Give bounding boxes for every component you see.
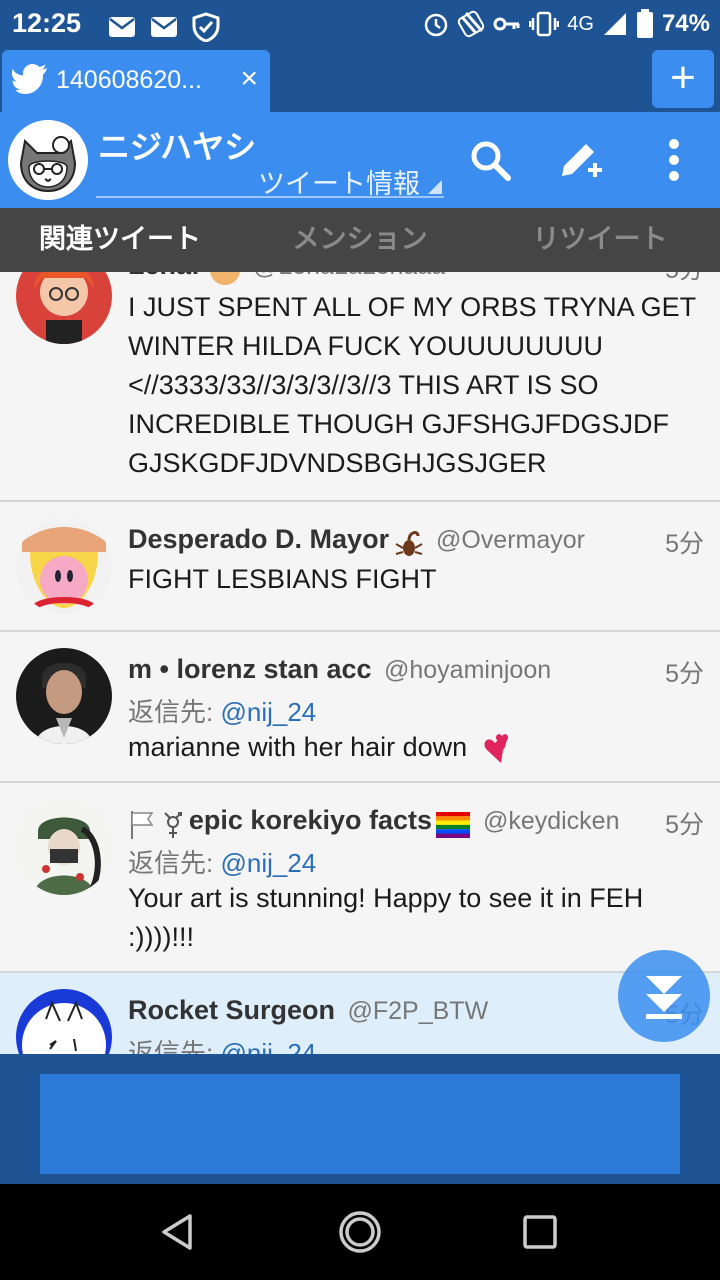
tweet-author-name[interactable]: epic korekiyo facts (189, 805, 432, 835)
add-tab-button[interactable]: + (652, 50, 714, 108)
rainbow-flag-emoji-icon (436, 811, 471, 838)
reply-label: 返信先: (128, 848, 214, 878)
tweet-text: FIGHT LESBIANS FIGHT (128, 564, 437, 594)
tweet-item[interactable]: Lena! @LenaLaLenaaa 5分 I JUST SPENT ALL … (0, 272, 720, 502)
tab-retweets[interactable]: リツイート (480, 208, 720, 272)
reply-to-link[interactable]: @nij_24 (220, 1038, 316, 1054)
compose-tweet-icon[interactable] (556, 136, 604, 184)
tweet-item[interactable]: epic korekiyo facts @keydicken 5分 返信先: @… (0, 783, 720, 973)
tweet-text: Your art is stunning! Happy to see it in… (128, 883, 644, 952)
two-hearts-emoji-icon (484, 733, 508, 763)
avatar[interactable] (16, 648, 112, 744)
reply-indicator: 返信先: @nij_24 (128, 843, 316, 880)
search-icon[interactable] (466, 136, 514, 184)
reply-label: 返信先: (128, 697, 214, 727)
tweet-time: 5分 (665, 272, 704, 286)
sub-tabs: 関連ツイート メンション リツイート (0, 208, 720, 272)
tweet-time: 5分 (665, 660, 704, 688)
mail-icon (151, 17, 177, 37)
battery-level: 74% (661, 10, 710, 37)
tweet-author-handle[interactable]: @keydicken (483, 807, 620, 835)
nfc-icon (458, 10, 485, 38)
alarm-icon (425, 13, 448, 37)
user-avatar-icon (16, 518, 112, 614)
avatar[interactable] (16, 799, 112, 895)
tweet-author-handle[interactable]: @LenaLaLenaaa (253, 272, 445, 280)
tweet-item[interactable]: Desperado D. Mayor @Overmayor 5分 FIGHT L… (0, 502, 720, 632)
reply-indicator: 返信先: @nij_24 (128, 692, 316, 729)
tweet-author-handle[interactable]: @hoyaminjoon (384, 656, 551, 684)
vibrate-icon (529, 11, 560, 37)
transgender-symbol-icon (164, 811, 183, 838)
back-icon[interactable] (154, 1208, 202, 1256)
cat-avatar-icon (11, 123, 85, 197)
avatar[interactable] (8, 120, 88, 200)
tab-related-tweets[interactable]: 関連ツイート (0, 208, 240, 272)
tweet-item[interactable]: m • lorenz stan acc @hoyaminjoon 5分 返信先:… (0, 632, 720, 783)
tweet-author-handle[interactable]: @F2P_BTW (348, 997, 489, 1025)
status-bar: 12:25 4G 74% (0, 0, 720, 50)
mail-icon (109, 17, 135, 37)
view-title: ツイート情報 (258, 169, 420, 199)
more-vert-icon[interactable] (650, 136, 698, 184)
status-time: 12:25 (12, 8, 82, 38)
system-nav-bar (0, 1184, 720, 1280)
tweet-time: 5分 (665, 530, 704, 558)
vpn-key-icon (493, 17, 520, 31)
user-avatar-icon (16, 648, 112, 744)
tweet-text: marianne with her hair down (128, 728, 700, 767)
tab-title: 140608620... (56, 66, 202, 94)
tweet-author-handle[interactable]: @Overmayor (436, 526, 585, 554)
white-flag-emoji-icon (131, 810, 154, 839)
avatar[interactable] (16, 272, 112, 344)
scroll-to-bottom-button[interactable] (618, 950, 710, 1042)
bottom-panel (0, 1054, 720, 1184)
tweet-text: I JUST SPENT ALL OF MY ORBS TRYNA GET WI… (128, 292, 696, 478)
double-arrow-down-icon (646, 976, 682, 1019)
home-icon[interactable] (336, 1208, 384, 1256)
shield-check-icon (192, 12, 220, 42)
avatar[interactable] (16, 989, 112, 1054)
tweet-author-name[interactable]: Rocket Surgeon (128, 995, 335, 1025)
emoji-icon (210, 272, 241, 285)
app-header: ニジハヤシ ツイート情報 (0, 112, 720, 208)
tweet-author-name[interactable]: Desperado D. Mayor (128, 524, 389, 554)
dropdown-triangle-icon (428, 180, 442, 194)
tab-bar: 140608620... × + (0, 50, 720, 112)
banner-area[interactable] (40, 1074, 680, 1174)
user-avatar-icon (16, 989, 112, 1054)
reply-indicator: 返信先: @nij_24 (128, 1033, 316, 1054)
user-avatar-icon (16, 272, 112, 344)
network-type: 4G (567, 12, 594, 35)
tweet-text-content: marianne with her hair down (128, 732, 468, 762)
reply-to-link[interactable]: @nij_24 (220, 697, 316, 727)
tab-mentions[interactable]: メンション (240, 208, 480, 272)
tweet-item[interactable]: Rocket Surgeon @F2P_BTW 5分 返信先: @nij_24 (0, 973, 720, 1054)
close-tab-button[interactable]: × (240, 64, 258, 94)
battery-icon (636, 9, 653, 38)
tweet-author-name[interactable]: Lena! (128, 272, 200, 280)
twitter-bird-icon (12, 64, 47, 94)
tab-tweet[interactable]: 140608620... × (2, 50, 270, 112)
timeline[interactable]: Lena! @LenaLaLenaaa 5分 I JUST SPENT ALL … (0, 272, 720, 1054)
scorpion-emoji-icon (395, 530, 423, 556)
tweet-author-name[interactable]: m • lorenz stan acc (128, 654, 372, 684)
signal-icon (603, 13, 626, 35)
recents-icon[interactable] (516, 1208, 564, 1256)
view-selector[interactable]: ツイート情報 (96, 158, 444, 199)
reply-label: 返信先: (128, 1038, 214, 1054)
avatar[interactable] (16, 518, 112, 614)
tweet-time: 5分 (665, 811, 704, 839)
user-avatar-icon (16, 799, 112, 895)
reply-to-link[interactable]: @nij_24 (220, 848, 316, 878)
